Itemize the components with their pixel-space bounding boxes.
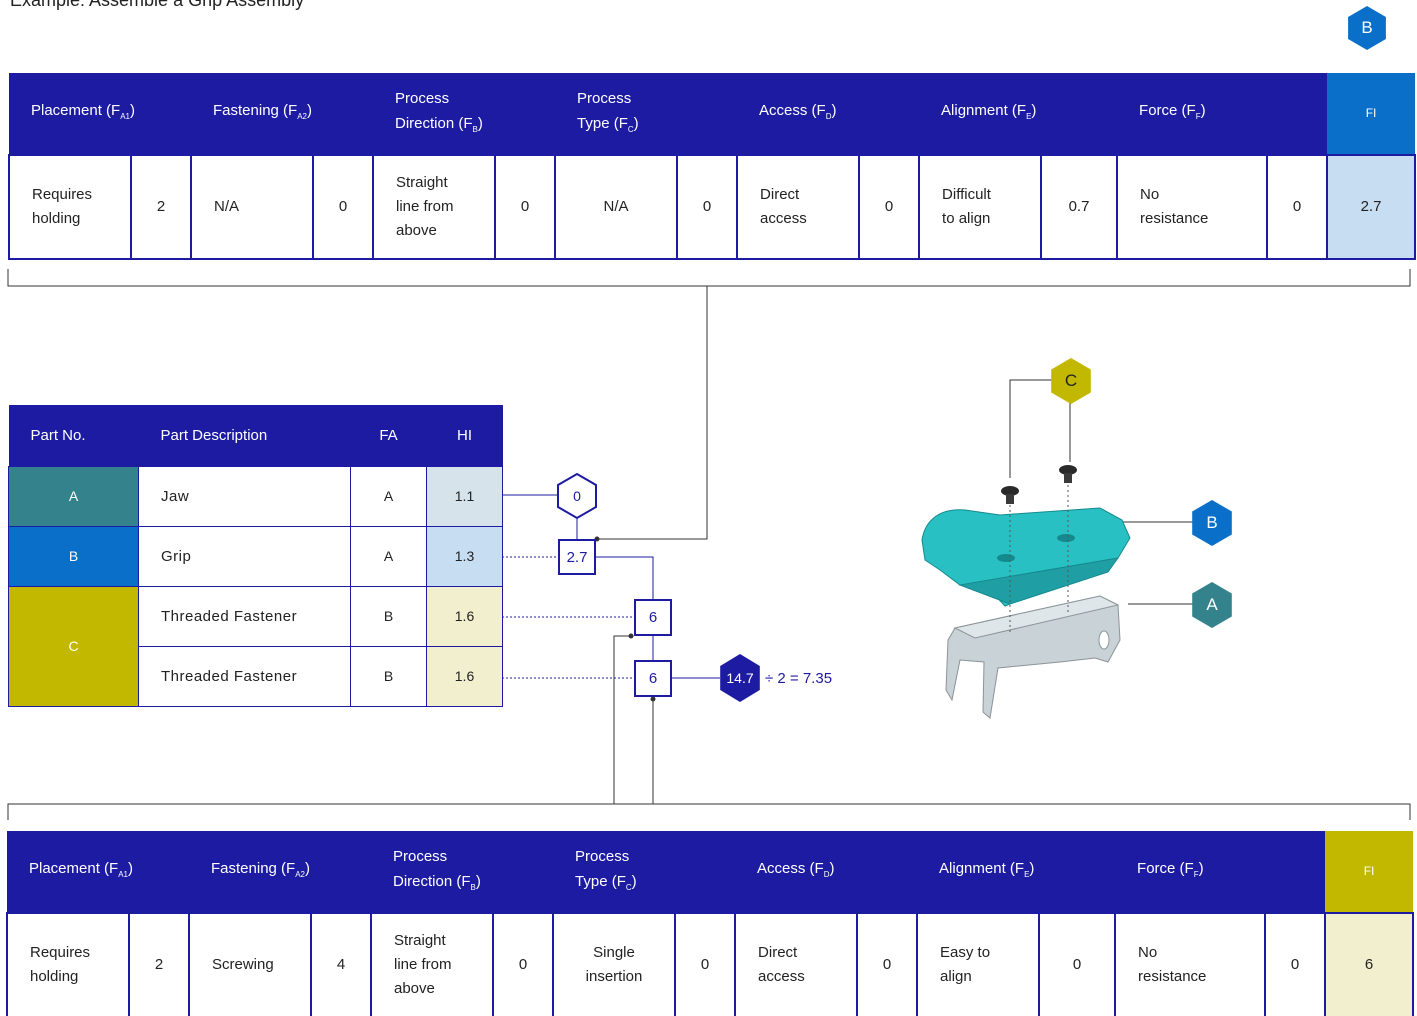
screw-right: [1059, 465, 1077, 483]
top-drop-line: [597, 286, 708, 540]
grip-assembly-illustration: [921, 465, 1131, 719]
joint-dot: [650, 696, 656, 702]
screw-left: [1001, 486, 1019, 504]
average-equation: ÷ 2 = 7.35: [765, 670, 833, 687]
fastener1-fi-box: 6: [634, 599, 672, 636]
top-bracket: [7, 269, 1411, 287]
bottom-bracket: [7, 803, 1411, 820]
joint-dot: [628, 633, 634, 639]
grip-fi-box: 2.7: [558, 539, 596, 575]
bottom-rise-line-left: [613, 635, 631, 804]
fastener2-fi-box: 6: [634, 660, 672, 697]
